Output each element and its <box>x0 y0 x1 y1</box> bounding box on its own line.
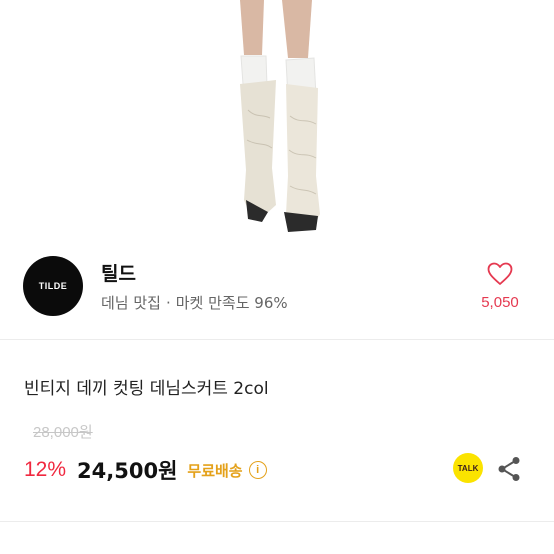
product-photo-boots <box>240 0 320 232</box>
store-logo[interactable]: TILDE <box>23 256 83 316</box>
section-divider <box>0 339 554 340</box>
product-title: 빈티지 데끼 컷팅 데님스커트 2col <box>24 379 269 399</box>
meta-separator: · <box>165 294 171 312</box>
store-rating: 마켓 만족도 96% <box>175 294 288 312</box>
original-price: 28,000원 <box>33 424 93 441</box>
price-row: 12% 24,500원 무료배송 i <box>24 453 267 487</box>
like-count: 5,050 <box>481 294 519 311</box>
product-image[interactable] <box>0 0 554 236</box>
share-button[interactable] <box>497 456 521 482</box>
sale-price: 24,500원 <box>77 459 178 483</box>
store-section[interactable]: TILDE 틸드 데님 맛집 · 마켓 만족도 96% 5,050 <box>0 236 554 338</box>
discount-rate: 12% <box>24 458 67 481</box>
store-category: 데님 맛집 <box>101 294 161 312</box>
share-icon <box>498 457 520 481</box>
free-shipping-badge: 무료배송 <box>187 461 243 480</box>
store-logo-text: TILDE <box>38 281 68 291</box>
talk-button[interactable]: TALK <box>453 453 483 483</box>
talk-label: TALK <box>457 463 479 473</box>
store-name[interactable]: 틸드 <box>101 259 136 286</box>
store-meta: 데님 맛집 · 마켓 만족도 96% <box>101 292 288 313</box>
bottom-divider <box>0 521 554 522</box>
heart-outline-icon <box>487 262 513 285</box>
like-button[interactable]: 5,050 <box>470 262 530 311</box>
info-circle-icon[interactable]: i <box>248 461 267 479</box>
